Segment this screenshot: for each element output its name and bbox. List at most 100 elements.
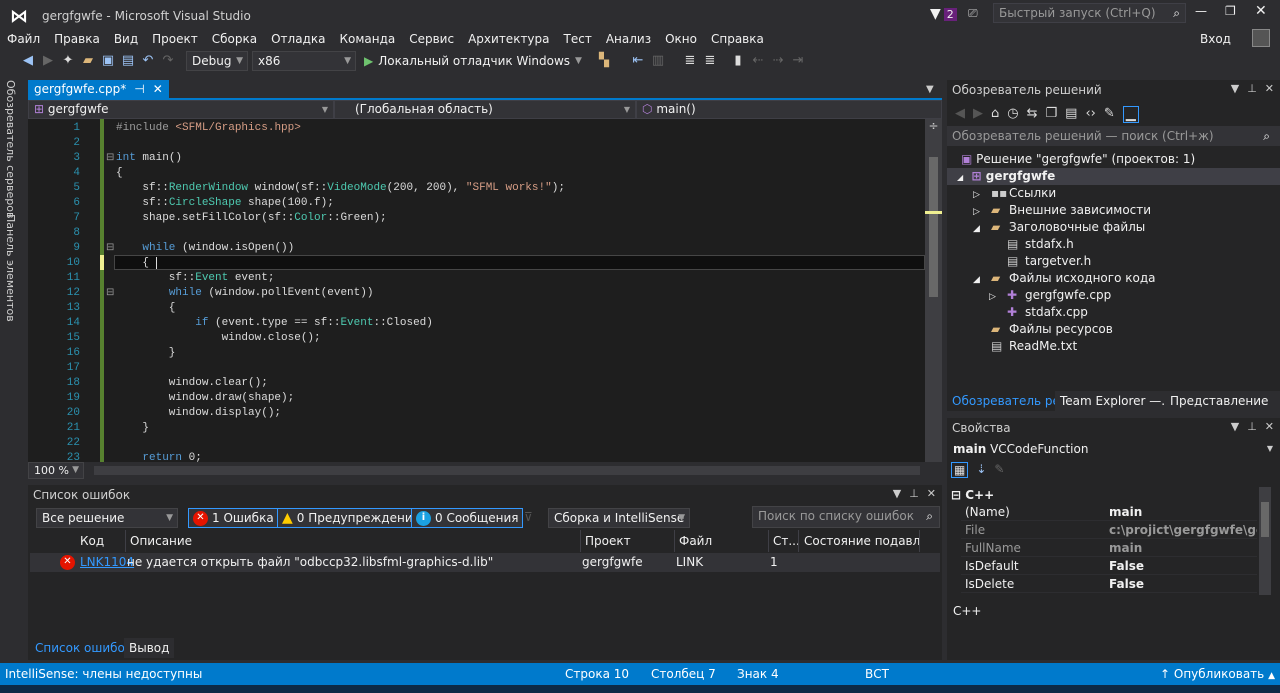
new-project-icon[interactable]: ✦ <box>60 53 76 69</box>
menu-item[interactable]: Сервис <box>402 30 461 48</box>
property-row[interactable]: (Name) main <box>961 504 1257 521</box>
bookmark-icon[interactable]: ▮ <box>730 53 746 69</box>
tree-item[interactable]: ◢ ▰ Заголовочные файлы <box>973 219 1145 236</box>
column-header[interactable]: Состояние подавл... <box>800 530 920 552</box>
clear-bookmarks-icon[interactable]: ⇥ <box>790 53 806 69</box>
next-bookmark-icon[interactable]: ⇢ <box>770 53 786 69</box>
table-row[interactable]: ✕ LNK1104 не удается открыть файл "odbcc… <box>30 553 940 572</box>
messages-filter-button[interactable]: i0 Сообщения <box>411 508 524 528</box>
menu-item[interactable]: Отладка <box>264 30 332 48</box>
scope-filter-dropdown[interactable]: Все решение ▼ <box>36 508 178 528</box>
config-dropdown[interactable]: Debug ▼ <box>186 51 248 71</box>
home-icon[interactable]: ⌂ <box>991 106 999 123</box>
publish-button[interactable]: ↑ Опубликовать ▲ <box>1160 663 1275 687</box>
object-selector[interactable]: main VCCodeFunction ▼ <box>953 442 1273 456</box>
scope-dropdown[interactable]: (Глобальная область) ▼ <box>334 100 636 119</box>
column-header[interactable]: Проект <box>581 530 675 552</box>
close-icon[interactable]: ✕ <box>1265 420 1274 433</box>
sync-icon[interactable]: ⇆ <box>1027 106 1038 123</box>
tree-item[interactable]: ▰ Файлы ресурсов <box>973 321 1113 338</box>
column-header[interactable]: Код <box>76 530 126 552</box>
tree-item[interactable]: ▤ targetver.h <box>989 253 1091 270</box>
menu-item[interactable]: Справка <box>704 30 771 48</box>
property-row[interactable]: FullName main <box>961 540 1257 557</box>
redo-icon[interactable]: ↷ <box>160 53 176 69</box>
menu-item[interactable]: Команда <box>332 30 402 48</box>
notifications-button[interactable]: ▼ 2 <box>930 6 957 22</box>
tree-item[interactable]: ▷ ✚ gergfgwfe.cpp <box>989 287 1111 304</box>
category-cpp[interactable]: ⊟ C++ <box>951 487 994 504</box>
property-row[interactable]: File c:\projict\gergfgwfe\gergfg <box>961 522 1257 539</box>
back-icon[interactable]: ◀ <box>955 106 965 123</box>
tab-gergfgwfe-cpp[interactable]: gergfgwfe.cpp* ⊣ ✕ <box>28 80 169 99</box>
panel-menu-icon[interactable]: ▼ <box>1231 82 1239 95</box>
toolbox-tab[interactable]: Панель элементов <box>4 214 17 322</box>
avatar[interactable] <box>1252 29 1270 47</box>
tab-list-dropdown[interactable]: ▼ <box>926 84 934 95</box>
forward-icon[interactable]: ▶ <box>973 106 983 123</box>
pin-icon[interactable]: ⊥ <box>1247 420 1257 433</box>
quick-launch-input[interactable]: Быстрый запуск (Ctrl+Q) ⌕ <box>993 3 1186 23</box>
show-all-files-icon[interactable]: ▤ <box>1065 106 1077 123</box>
restore-button[interactable]: ❐ <box>1225 4 1236 18</box>
menu-item[interactable]: Вид <box>107 30 145 48</box>
tree-item[interactable]: ◢ ▰ Файлы исходного кода <box>973 270 1155 287</box>
close-icon[interactable]: ✕ <box>1265 82 1274 95</box>
menu-item[interactable]: Сборка <box>205 30 264 48</box>
clear-filter-icon[interactable]: ⊽ <box>524 510 533 524</box>
menu-item[interactable]: Файл <box>0 30 47 48</box>
step-icon[interactable]: ⇤ <box>630 53 646 69</box>
split-icon[interactable]: ÷ <box>925 119 942 133</box>
indent-icon[interactable]: ≣ <box>682 53 698 69</box>
categorized-icon[interactable]: ▦ <box>951 462 969 478</box>
menu-item[interactable]: Тест <box>557 30 599 48</box>
error-search-input[interactable]: Поиск по списку ошибок ⌕ <box>752 506 940 528</box>
warnings-filter-button[interactable]: ▲ 0 Предупреждения <box>277 508 425 528</box>
outdent-icon[interactable]: ≣ <box>702 53 718 69</box>
start-debugging-button[interactable]: ▶ Локальный отладчик Windows ▼ <box>364 54 582 68</box>
collapse-icon[interactable]: ⊟ <box>106 152 114 163</box>
panel-menu-icon[interactable]: ▼ <box>1231 420 1239 433</box>
open-file-icon[interactable]: ▰ <box>80 53 96 69</box>
error-code-link[interactable]: LNK1104 <box>80 555 134 569</box>
tree-item[interactable]: ✚ stdafx.cpp <box>989 304 1088 321</box>
platform-dropdown[interactable]: x86 ▼ <box>252 51 356 71</box>
properties-icon[interactable]: ✎ <box>1104 106 1115 123</box>
scrollbar-thumb[interactable] <box>929 157 938 297</box>
tree-item-project[interactable]: ◢ ⊞ gergfgwfe <box>947 168 1280 185</box>
panel-menu-icon[interactable]: ▼ <box>893 487 901 500</box>
properties-scrollbar[interactable] <box>1259 487 1271 595</box>
menu-item[interactable]: Анализ <box>599 30 658 48</box>
tab-output[interactable]: Вывод <box>124 638 175 658</box>
close-button[interactable]: ✕ <box>1255 3 1267 19</box>
undo-icon[interactable]: ↶ <box>140 53 156 69</box>
save-icon[interactable]: ▣ <box>100 53 116 69</box>
member-dropdown[interactable]: ⬡ main() <box>636 100 942 119</box>
tree-item[interactable]: ▤ ReadMe.txt <box>973 338 1077 355</box>
tree-item[interactable]: ▤ stdafx.h <box>989 236 1074 253</box>
project-dropdown[interactable]: ⊞ gergfgwfe ▼ <box>28 100 334 119</box>
column-header[interactable]: Ст... <box>769 530 799 552</box>
back-icon[interactable]: ◀ <box>20 53 36 69</box>
preview-icon[interactable]: ▁ <box>1122 106 1139 123</box>
property-pages-icon[interactable]: ✎ <box>994 462 1004 478</box>
collapse-icon[interactable]: ❐ <box>1046 106 1058 123</box>
pin-icon[interactable]: ⊥ <box>1247 82 1257 95</box>
server-explorer-tab[interactable]: Обозреватель серверов <box>4 80 17 218</box>
code-editor[interactable]: 1 #include <SFML/Graphics.hpp> 2 3 int main(… <box>28 119 925 462</box>
menu-item[interactable]: Правка <box>47 30 107 48</box>
horizontal-scrollbar[interactable] <box>94 466 920 475</box>
tree-item[interactable]: ▷ ▪▪ Ссылки <box>973 185 1056 202</box>
save-all-icon[interactable]: ▤ <box>120 53 136 69</box>
solution-search-input[interactable]: Обозреватель решений — поиск (Ctrl+ж) ⌕ <box>947 126 1280 146</box>
code-view-icon[interactable]: ‹› <box>1085 106 1095 123</box>
property-row[interactable]: IsDelete False <box>961 576 1257 593</box>
feedback-icon[interactable]: ⎚ <box>968 6 978 21</box>
pin-icon[interactable]: ⊥ <box>909 487 919 500</box>
collapse-icon[interactable]: ⊟ <box>106 287 114 298</box>
column-header[interactable]: Файл <box>675 530 769 552</box>
tree-item[interactable]: ▷ ▰ Внешние зависимости <box>973 202 1151 219</box>
comment-icon[interactable]: ▥ <box>650 53 666 69</box>
prev-bookmark-icon[interactable]: ⇠ <box>750 53 766 69</box>
history-icon[interactable]: ◷ <box>1007 106 1018 123</box>
